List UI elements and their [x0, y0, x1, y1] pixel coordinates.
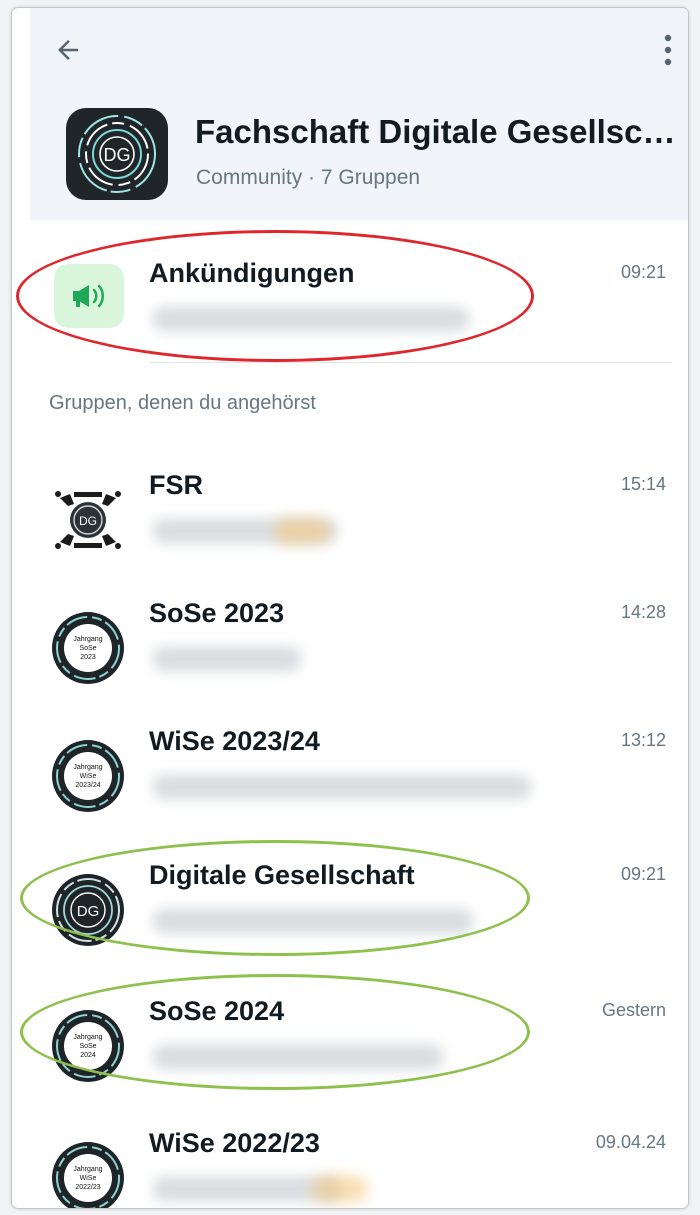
- svg-text:WiSe: WiSe: [80, 1175, 97, 1182]
- divider: [149, 362, 672, 363]
- jahrgang-badge-icon: Jahrgang SoSe 2024: [52, 1010, 124, 1082]
- chat-name: Digitale Gesellschaft: [149, 860, 415, 890]
- arrow-left-icon: [58, 40, 78, 60]
- group-avatar: Jahrgang WiSe 2022/23: [50, 1140, 126, 1208]
- dg-logo-icon: DG: [52, 874, 124, 946]
- svg-text:2023/24: 2023/24: [75, 782, 100, 789]
- group-avatar: DG: [50, 482, 126, 558]
- message-preview-blurred: [152, 908, 474, 934]
- svg-text:Jahrgang: Jahrgang: [73, 636, 102, 643]
- group-row-fsr[interactable]: DG FSR 15:14: [12, 470, 688, 580]
- message-preview-blurred: [152, 646, 302, 672]
- svg-text:2022/23: 2022/23: [75, 1184, 100, 1191]
- phone-screen: DG Fachschaft Digitale Gesellsc… Communi…: [12, 8, 688, 1208]
- svg-text:Jahrgang: Jahrgang: [73, 1034, 102, 1041]
- community-subtitle: Community · 7 Gruppen: [196, 166, 421, 189]
- chat-time: 09:21: [620, 864, 666, 884]
- announcements-row[interactable]: Ankündigungen 09:21: [12, 258, 688, 368]
- group-avatar: Jahrgang SoSe 2023: [50, 610, 126, 686]
- jahrgang-badge-icon: Jahrgang SoSe 2023: [52, 612, 124, 684]
- back-button[interactable]: [50, 32, 86, 68]
- svg-text:Jahrgang: Jahrgang: [73, 764, 102, 771]
- group-row-wise-2023-24[interactable]: Jahrgang WiSe 2023/24 WiSe 2023/24 13:12: [12, 726, 688, 836]
- chat-name: WiSe 2022/23: [149, 1128, 320, 1158]
- more-options-button[interactable]: [650, 30, 686, 70]
- dg-logo-icon: DG: [78, 115, 156, 193]
- chat-time: 09:21: [620, 262, 666, 282]
- blurred-emoji: [274, 518, 330, 544]
- chat-time: 09.04.24: [595, 1132, 666, 1152]
- group-row-digitale-gesellschaft[interactable]: DG Digitale Gesellschaft 09:21: [12, 860, 688, 970]
- chat-name: SoSe 2024: [149, 996, 285, 1026]
- community-avatar[interactable]: DG: [66, 108, 168, 200]
- group-row-sose-2023[interactable]: Jahrgang SoSe 2023 SoSe 2023 14:28: [12, 598, 688, 708]
- svg-text:SoSe: SoSe: [79, 1043, 96, 1050]
- message-preview-blurred: [152, 1044, 444, 1070]
- jahrgang-badge-icon: Jahrgang WiSe 2022/23: [52, 1142, 124, 1208]
- message-preview-blurred: [152, 774, 532, 800]
- group-avatar: Jahrgang SoSe 2024: [50, 1008, 126, 1084]
- svg-text:DG: DG: [79, 514, 97, 528]
- group-row-sose-2024[interactable]: Jahrgang SoSe 2024 SoSe 2024 Gestern: [12, 996, 688, 1106]
- svg-text:DG: DG: [104, 145, 131, 165]
- message-preview-blurred: [152, 306, 470, 332]
- chat-time: 15:14: [620, 474, 666, 494]
- chat-name: WiSe 2023/24: [149, 726, 320, 756]
- svg-text:DG: DG: [77, 903, 100, 920]
- chat-name: Ankündigungen: [149, 258, 355, 288]
- chat-name: FSR: [149, 470, 203, 500]
- blurred-emoji: [312, 1176, 368, 1202]
- chat-name: SoSe 2023: [149, 598, 285, 628]
- jahrgang-badge-icon: Jahrgang WiSe 2023/24: [52, 740, 124, 812]
- chat-time: 13:12: [620, 730, 666, 750]
- svg-text:Jahrgang: Jahrgang: [73, 1166, 102, 1173]
- more-vert-icon: [664, 34, 672, 66]
- group-avatar: Jahrgang WiSe 2023/24: [50, 738, 126, 814]
- group-avatar: DG: [50, 872, 126, 948]
- chat-time: Gestern: [601, 1000, 666, 1020]
- section-label: Gruppen, denen du angehörst: [49, 392, 316, 414]
- svg-text:2024: 2024: [80, 1052, 96, 1059]
- community-header: DG Fachschaft Digitale Gesellsc… Communi…: [30, 8, 688, 220]
- community-title: Fachschaft Digitale Gesellsc…: [195, 113, 676, 150]
- svg-text:SoSe: SoSe: [79, 645, 96, 652]
- svg-text:2023: 2023: [80, 654, 96, 661]
- svg-text:WiSe: WiSe: [80, 773, 97, 780]
- group-row-wise-2022-23[interactable]: Jahrgang WiSe 2022/23 WiSe 2022/23 09.04…: [12, 1128, 688, 1208]
- chat-time: 14:28: [620, 602, 666, 622]
- fsr-logo-icon: DG: [55, 491, 121, 549]
